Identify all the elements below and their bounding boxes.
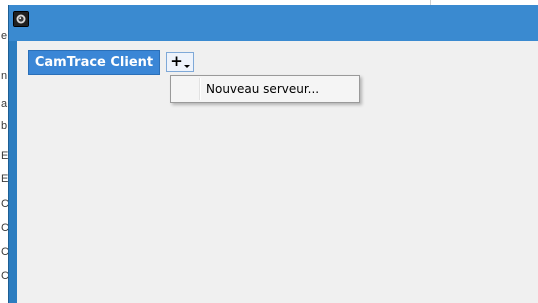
tab-label: CamTrace Client bbox=[34, 55, 154, 70]
menu-item-label: Nouveau serveur... bbox=[206, 82, 320, 96]
background-text: n bbox=[1, 70, 8, 82]
camtrace-window: CamTrace Client + Nouveau serveur... bbox=[8, 5, 538, 303]
background-text: b bbox=[1, 120, 8, 132]
background-text: e bbox=[1, 30, 8, 42]
plus-icon: + bbox=[170, 52, 183, 70]
add-dropdown-menu: Nouveau serveur... bbox=[170, 75, 360, 103]
tab-camtrace-client[interactable]: CamTrace Client bbox=[28, 50, 160, 75]
add-server-dropdown-button[interactable]: + bbox=[166, 52, 194, 72]
background-text: a bbox=[1, 98, 8, 110]
menu-item-new-server[interactable]: Nouveau serveur... bbox=[173, 78, 357, 100]
caret-down-icon bbox=[183, 64, 190, 68]
window-titlebar[interactable] bbox=[9, 5, 538, 41]
camtrace-eye-icon[interactable] bbox=[13, 11, 29, 27]
client-area: CamTrace Client + Nouveau serveur... bbox=[17, 41, 538, 303]
